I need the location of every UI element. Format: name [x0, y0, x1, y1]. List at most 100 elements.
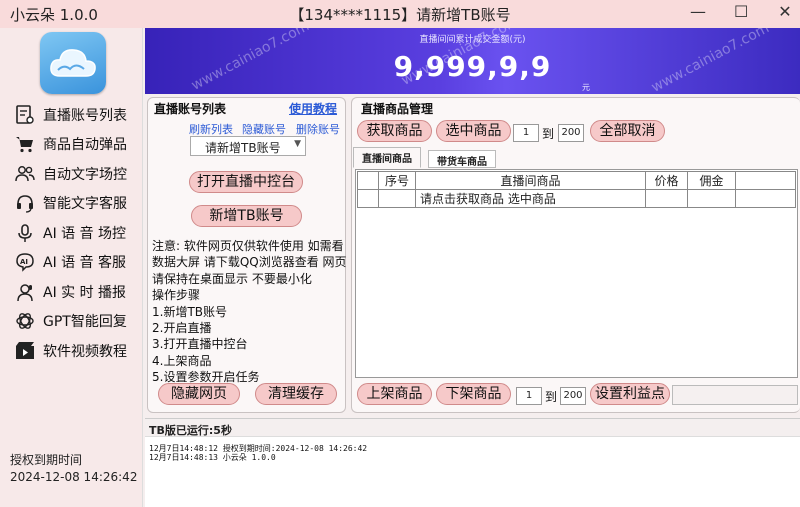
expire-time: 2024-12-08 14:26:42	[10, 470, 138, 484]
hide-account-link[interactable]: 隐藏账号	[242, 121, 286, 137]
chevron-down-icon: ▼	[294, 139, 301, 149]
sidebar-item-label: 智能文字客服	[43, 196, 127, 213]
sidebar-item-ai-broadcast[interactable]: AI 实 时 播报	[14, 277, 127, 307]
sales-unit: 元	[582, 83, 590, 92]
profit-point-input[interactable]	[672, 385, 798, 405]
set-profit-point-button[interactable]: 设置利益点	[590, 383, 670, 405]
column-header: 佣金	[687, 171, 736, 190]
table-cell	[645, 189, 688, 208]
log-line: 12月7日14:48:12 授权到期时间:2024-12-08 14:26:42	[149, 444, 368, 453]
open-console-button[interactable]: 打开直播中控台	[189, 171, 303, 193]
log-list: 12月7日14:48:12 授权到期时间:2024-12-08 14:26:42…	[145, 437, 800, 462]
license-expire: 授权到期时间 2024-12-08 14:26:42	[10, 452, 137, 486]
delist-goods-button[interactable]: 下架商品	[436, 383, 511, 405]
microphone-icon	[14, 222, 36, 244]
clear-cache-button[interactable]: 清理缓存	[255, 383, 337, 405]
column-header: 价格	[645, 171, 688, 190]
sales-amount: 9,999,9,9	[393, 50, 552, 83]
table-header-row: 序号 直播间商品 价格 佣金	[357, 171, 796, 190]
range-to-input[interactable]: 200	[558, 124, 584, 142]
steps-title: 操作步骤	[152, 288, 201, 303]
video-icon	[14, 340, 36, 362]
hide-web-button[interactable]: 隐藏网页	[158, 383, 240, 405]
sidebar-item-label: 直播账号列表	[43, 107, 127, 124]
sidebar-item-label: 商品自动弹品	[43, 137, 127, 154]
range-from-input[interactable]: 1	[513, 124, 539, 142]
cloud-icon	[50, 49, 96, 77]
log-panel: TB版已运行:5秒 12月7日14:48:12 授权到期时间:2024-12-0…	[145, 418, 800, 507]
sidebar-item-ai-voice-control[interactable]: AI 语 音 场控	[14, 218, 127, 248]
headset-icon	[14, 192, 36, 214]
sales-banner: www.cainiao7.com www.cainiao7.com www.ca…	[145, 28, 800, 94]
sidebar-item-label: AI 语 音 客服	[43, 255, 127, 272]
cart-icon	[14, 133, 36, 155]
app-window: 小云朵 1.0.0 【134****1115】请新增TB账号 — ☐ ✕ 直播账…	[0, 0, 800, 507]
step-item: 4.上架商品	[152, 353, 212, 368]
sidebar-item-label: 自动文字场控	[43, 166, 127, 183]
close-icon[interactable]: ✕	[778, 2, 792, 21]
account-panel: 直播账号列表 使用教程 刷新列表 隐藏账号 删除账号 请新增TB账号 ▼ 打开直…	[147, 97, 348, 413]
app-logo	[40, 32, 106, 94]
table-cell	[357, 189, 379, 208]
users-icon	[14, 163, 36, 185]
bottom-range-to-input[interactable]: 200	[560, 387, 586, 405]
step-item: 2.开启直播	[152, 321, 212, 336]
bottom-range-to-label: 到	[545, 390, 558, 404]
sidebar-item-text-service[interactable]: 智能文字客服	[14, 189, 127, 219]
sidebar-item-label: AI 语 音 场控	[43, 225, 127, 242]
cancel-all-button[interactable]: 全部取消	[590, 120, 665, 142]
tutorial-link[interactable]: 使用教程	[289, 100, 337, 117]
sidebar-item-account-list[interactable]: 直播账号列表	[14, 100, 127, 130]
window-title: 【134****1115】请新增TB账号	[289, 6, 511, 24]
goods-table: 序号 直播间商品 价格 佣金 请点击获取商品 选中商品	[357, 171, 796, 208]
sidebar-item-label: AI 实 时 播报	[43, 284, 127, 301]
select-goods-button[interactable]: 选中商品	[436, 120, 511, 142]
fetch-goods-button[interactable]: 获取商品	[357, 120, 432, 142]
run-status: TB版已运行:5秒	[145, 419, 800, 437]
add-account-button[interactable]: 新增TB账号	[191, 205, 302, 227]
goods-panel-title: 直播商品管理	[361, 102, 434, 116]
refresh-list-link[interactable]: 刷新列表	[189, 121, 233, 137]
bottom-range-from-input[interactable]: 1	[516, 387, 542, 405]
broadcaster-icon	[14, 281, 36, 303]
table-cell	[735, 189, 796, 208]
list-goods-button[interactable]: 上架商品	[357, 383, 432, 405]
column-header: 序号	[378, 171, 416, 190]
account-select[interactable]: 请新增TB账号 ▼	[190, 136, 306, 156]
sidebar-item-auto-popup[interactable]: 商品自动弹品	[14, 130, 127, 160]
tab-cart-goods[interactable]: 带货车商品	[428, 150, 496, 168]
column-header	[357, 171, 379, 190]
sidebar-item-video-tutorial[interactable]: 软件视频教程	[14, 336, 127, 366]
step-item: 3.打开直播中控台	[152, 337, 248, 352]
table-cell	[378, 189, 416, 208]
notice-body: 注意: 软件网页仅供软件使用 如需看数据大屏 请下载QQ浏览器查看 网页请保持在…	[152, 239, 347, 286]
column-header: 直播间商品	[415, 171, 646, 190]
column-header	[735, 171, 796, 190]
table-cell	[687, 189, 736, 208]
sales-caption: 直播间间累计成交金额(元)	[419, 35, 526, 45]
step-item: 1.新增TB账号	[152, 304, 228, 319]
sidebar-nav: 直播账号列表 商品自动弹品 自动文字场控 智能文字客服 AI 语 音 场控 AI…	[14, 100, 127, 366]
window-controls: — ☐ ✕	[690, 2, 792, 21]
account-select-value: 请新增TB账号	[205, 141, 281, 155]
sidebar-item-label: GPT智能回复	[43, 314, 127, 331]
sidebar-item-label: 软件视频教程	[43, 343, 127, 360]
tab-live-goods[interactable]: 直播间商品	[353, 147, 421, 168]
title-bar: 小云朵 1.0.0 【134****1115】请新增TB账号 — ☐ ✕	[0, 0, 800, 28]
delete-account-link[interactable]: 删除账号	[296, 121, 340, 137]
notice-text: 注意: 软件网页仅供软件使用 如需看数据大屏 请下载QQ浏览器查看 网页请保持在…	[152, 238, 348, 386]
table-row[interactable]: 请点击获取商品 选中商品	[357, 189, 796, 208]
account-list-icon	[14, 104, 36, 126]
sidebar-item-text-control[interactable]: 自动文字场控	[14, 159, 127, 189]
expire-label: 授权到期时间	[10, 453, 83, 467]
ai-voice-icon: AI	[14, 251, 36, 273]
minimize-icon[interactable]: —	[690, 2, 706, 21]
sidebar-item-gpt-reply[interactable]: GPT智能回复	[14, 307, 127, 337]
openai-icon	[14, 310, 36, 332]
maximize-icon[interactable]: ☐	[734, 2, 748, 21]
sidebar: 直播账号列表 商品自动弹品 自动文字场控 智能文字客服 AI 语 音 场控 AI…	[0, 28, 143, 507]
table-cell: 请点击获取商品 选中商品	[415, 189, 646, 208]
range-to-label: 到	[542, 127, 555, 141]
sidebar-item-ai-voice-service[interactable]: AI AI 语 音 客服	[14, 248, 127, 278]
svg-text:AI: AI	[20, 258, 28, 266]
